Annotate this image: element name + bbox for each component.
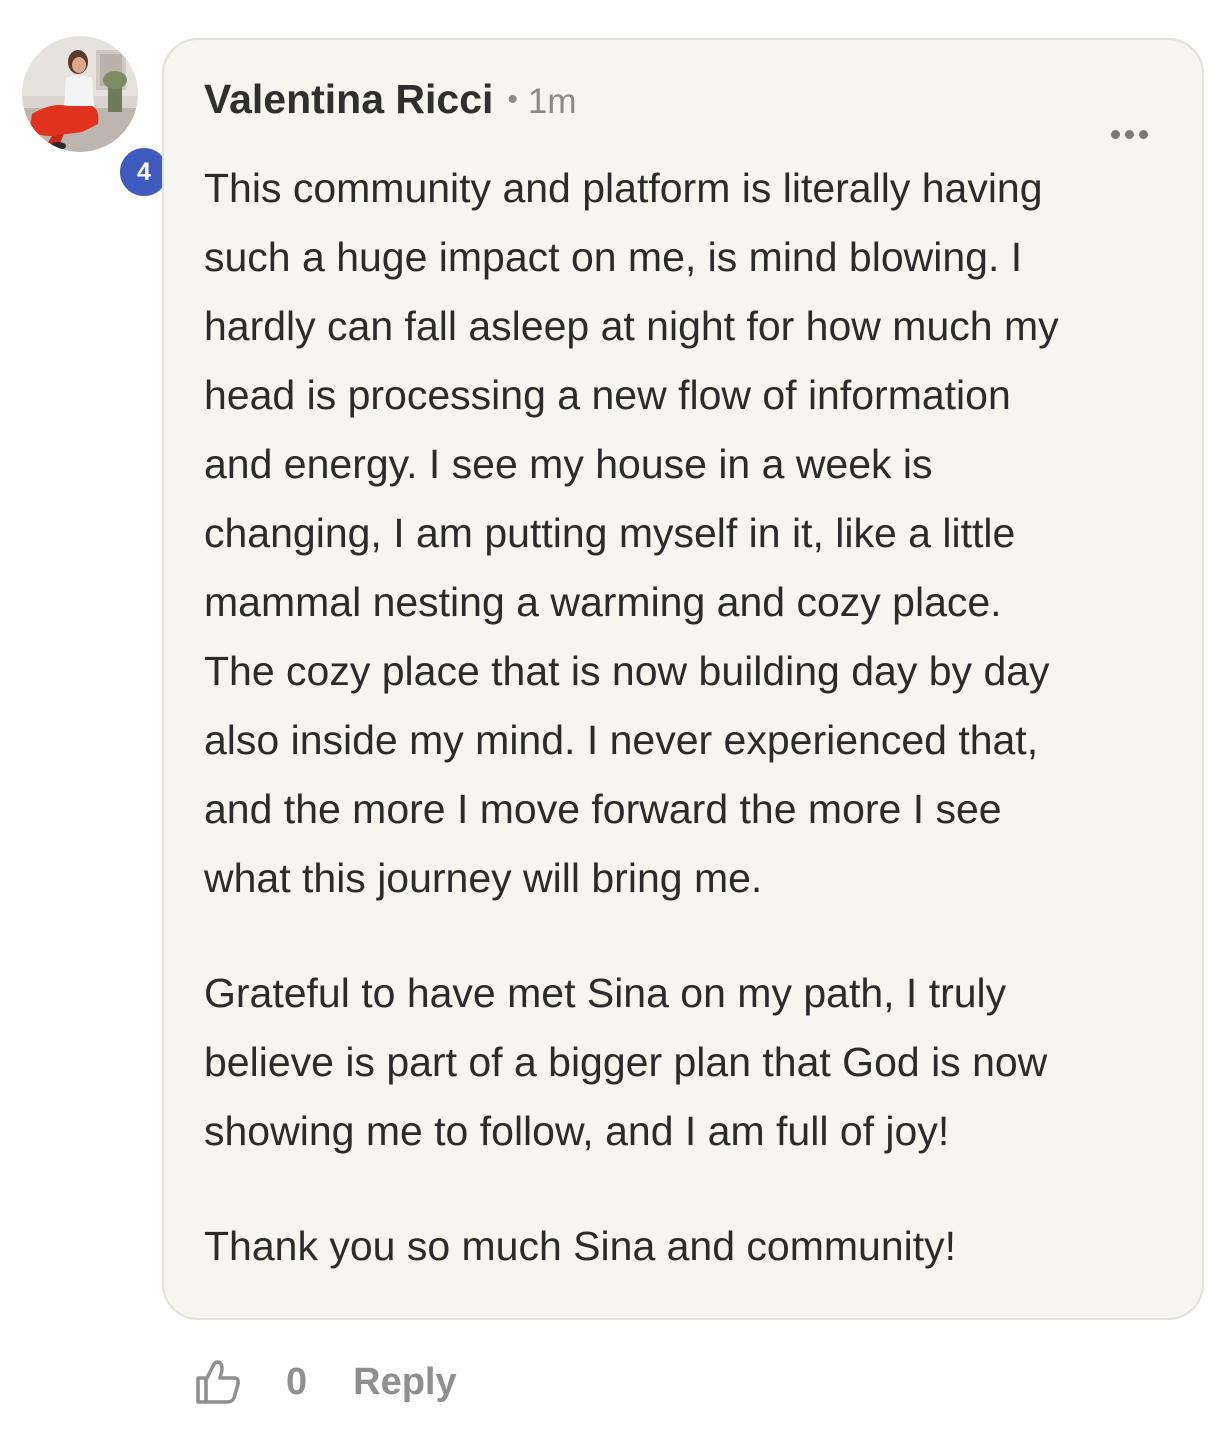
text-line: changing, I am putting myself in it, lik…	[204, 510, 1016, 556]
text-line: what this journey will bring me.	[204, 855, 763, 901]
comment-paragraph: This community and platform is literally…	[204, 154, 1162, 913]
avatar[interactable]: 4	[22, 36, 172, 200]
comment-body: This community and platform is literally…	[204, 154, 1162, 1281]
text-line: and the more I move forward the more I s…	[204, 786, 1002, 832]
dot	[1139, 130, 1148, 139]
text-line: The cozy place that is now building day …	[204, 648, 1050, 694]
comment-bubble: Valentina Ricci • 1m This community and …	[162, 38, 1204, 1320]
timestamp: 1m	[527, 82, 577, 121]
text-line: head is processing a new flow of informa…	[204, 372, 1011, 418]
text-line: believe is part of a bigger plan that Go…	[204, 1039, 1048, 1085]
ellipsis-icon[interactable]	[1111, 130, 1148, 139]
text-line: hardly can fall asleep at night for how …	[204, 303, 1059, 349]
comment-actions: 0 Reply	[192, 1352, 457, 1412]
comment-paragraph: Thank you so much Sina and community!	[204, 1212, 1162, 1281]
author-name[interactable]: Valentina Ricci	[204, 76, 493, 123]
comment-paragraph: Grateful to have met Sina on my path, I …	[204, 959, 1162, 1166]
comment-header: Valentina Ricci • 1m	[204, 76, 1162, 140]
text-line: mammal nesting a warming and cozy place.	[204, 579, 1002, 625]
text-line: showing me to follow, and I am full of j…	[204, 1108, 950, 1154]
dot	[1111, 130, 1120, 139]
text-line: Grateful to have met Sina on my path, I …	[204, 970, 1007, 1016]
text-line: This community and platform is literally…	[204, 165, 1043, 211]
text-line: Thank you so much Sina and community!	[204, 1223, 957, 1269]
meta-separator: •	[507, 83, 518, 116]
dot	[1125, 130, 1134, 139]
comment: 4 Valentina Ricci • 1m This community an…	[0, 0, 1229, 1440]
text-line: and energy. I see my house in a week is	[204, 441, 933, 487]
reply-button[interactable]: Reply	[353, 1361, 456, 1404]
thumbs-up-icon[interactable]	[192, 1356, 244, 1408]
text-line: also inside my mind. I never experienced…	[204, 717, 1039, 763]
user-photo-avatar	[22, 36, 138, 152]
text-line: such a huge impact on me, is mind blowin…	[204, 234, 1023, 280]
like-count: 0	[286, 1360, 308, 1403]
